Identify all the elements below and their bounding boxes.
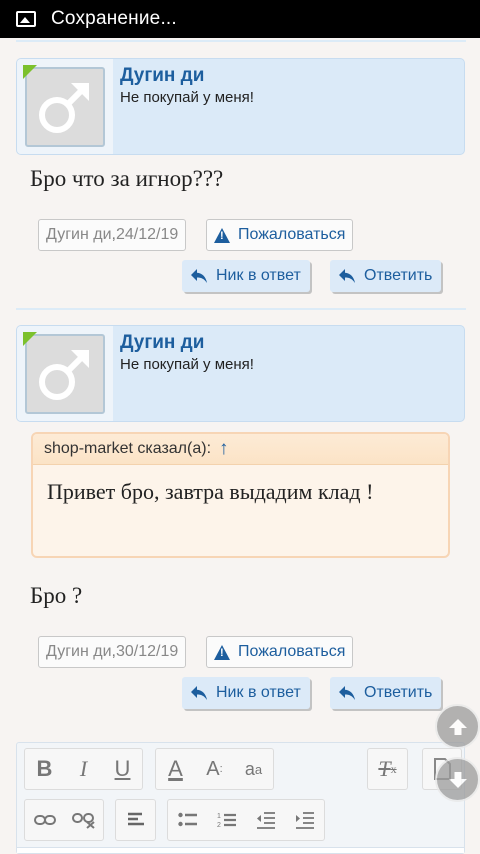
post-header: Дугин ди Не покупай у меня! xyxy=(16,325,465,422)
new-post-marker xyxy=(23,65,37,79)
svg-text:2: 2 xyxy=(217,822,221,829)
username[interactable]: Дугин ди xyxy=(120,65,204,87)
editor-text-area[interactable] xyxy=(17,847,464,853)
text-color-icon[interactable]: A xyxy=(156,749,195,789)
post-header: Дугин ди Не покупай у меня! xyxy=(16,58,465,155)
post-meta: Дугин ди, 24/12/19 xyxy=(38,219,187,251)
toolbar-group-basic: B I U xyxy=(24,748,143,790)
toolbar-group-align xyxy=(115,799,156,841)
numbered-list-icon[interactable]: 12 xyxy=(207,800,246,840)
align-icon[interactable] xyxy=(116,800,155,840)
link-icon[interactable] xyxy=(25,800,64,840)
user-status: Не покупай у меня! xyxy=(120,356,254,373)
toolbar-group-link xyxy=(24,799,104,841)
nick-reply-button[interactable]: Ник в ответ xyxy=(182,677,310,709)
male-icon xyxy=(39,350,89,400)
post-author[interactable]: Дугин ди xyxy=(46,643,112,661)
status-title: Сохранение... xyxy=(51,8,177,29)
warning-icon xyxy=(214,644,230,660)
warning-icon xyxy=(214,227,230,243)
post-date[interactable]: 30/12/19 xyxy=(116,643,178,661)
reply-icon xyxy=(339,269,355,283)
scroll-down-button[interactable] xyxy=(435,757,480,802)
report-button[interactable]: Пожаловаться xyxy=(206,636,354,668)
reply-button[interactable]: Ответить xyxy=(330,677,442,709)
bold-icon[interactable]: B xyxy=(25,749,64,789)
arrow-up-icon xyxy=(448,718,467,735)
avatar[interactable] xyxy=(25,67,105,147)
svg-text:1: 1 xyxy=(217,813,221,820)
reply-icon xyxy=(339,686,355,700)
post-meta: Дугин ди, 30/12/19 xyxy=(38,636,187,668)
outdent-icon[interactable] xyxy=(246,800,285,840)
status-bar: Сохранение... xyxy=(0,0,480,38)
report-button[interactable]: Пожаловаться xyxy=(206,219,354,251)
post-message: Бро ? xyxy=(30,583,83,608)
indent-icon[interactable] xyxy=(285,800,324,840)
reply-button[interactable]: Ответить xyxy=(330,260,442,292)
post-date[interactable]: 24/12/19 xyxy=(116,226,178,244)
go-to-quote-icon[interactable]: ↑ xyxy=(219,438,229,460)
quote-header: shop-market сказал(а): ↑ xyxy=(33,434,448,465)
post-author[interactable]: Дугин ди xyxy=(46,226,112,244)
toolbar-group-list: 12 xyxy=(167,799,325,841)
male-icon xyxy=(39,83,89,133)
toolbar-group-font: A A: aa xyxy=(155,748,274,790)
underline-icon[interactable]: U xyxy=(103,749,142,789)
quote-author: shop-market сказал(а): xyxy=(44,440,212,457)
remove-format-icon[interactable]: Tx xyxy=(368,749,407,789)
new-post-marker xyxy=(23,332,37,346)
reply-icon xyxy=(191,686,207,700)
post-message: Бро что за игнор??? xyxy=(30,166,224,191)
scroll-up-button[interactable] xyxy=(435,704,480,749)
arrow-down-icon xyxy=(448,771,467,788)
italic-icon[interactable]: I xyxy=(64,749,103,789)
font-size-icon[interactable]: A: xyxy=(195,749,234,789)
avatar[interactable] xyxy=(25,334,105,414)
image-icon xyxy=(16,11,36,27)
quote-text: Привет бро, завтра выдадим клад ! xyxy=(47,479,374,504)
user-status: Не покупай у меня! xyxy=(120,89,254,106)
reply-icon xyxy=(191,269,207,283)
quote-block: shop-market сказал(а): ↑ Привет бро, зав… xyxy=(31,432,450,558)
divider xyxy=(16,40,466,42)
toolbar-group-clear: Tx xyxy=(367,748,408,790)
bullet-list-icon[interactable] xyxy=(168,800,207,840)
post-separator xyxy=(16,308,466,310)
username[interactable]: Дугин ди xyxy=(120,332,204,354)
reply-editor[interactable]: B I U A A: aa Tx 12 xyxy=(16,742,465,854)
unlink-icon[interactable] xyxy=(64,800,103,840)
font-family-icon[interactable]: aa xyxy=(234,749,273,789)
nick-reply-button[interactable]: Ник в ответ xyxy=(182,260,310,292)
